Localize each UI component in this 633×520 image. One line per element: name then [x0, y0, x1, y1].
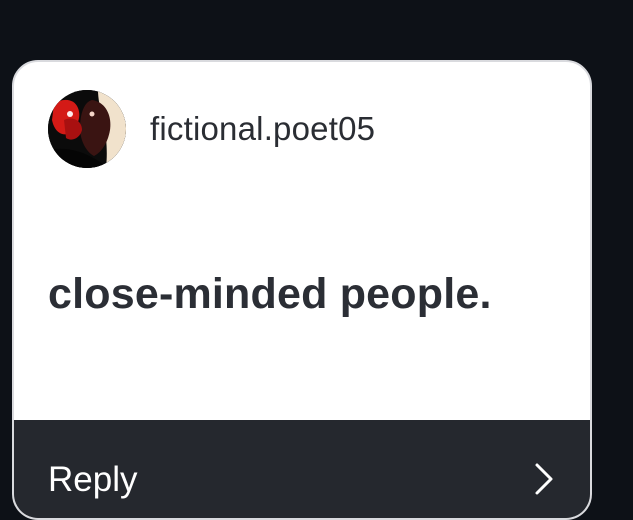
post-message: close-minded people. — [48, 270, 492, 318]
username[interactable]: fictional.poet05 — [150, 110, 375, 148]
chevron-right-icon — [534, 462, 554, 501]
post-card: fictional.poet05 close-minded people. Re… — [12, 60, 592, 520]
reply-button[interactable]: Reply — [14, 420, 590, 518]
reply-label: Reply — [48, 460, 138, 499]
avatar-image — [48, 90, 126, 168]
post-header: fictional.poet05 — [48, 90, 375, 168]
avatar[interactable] — [48, 90, 126, 168]
